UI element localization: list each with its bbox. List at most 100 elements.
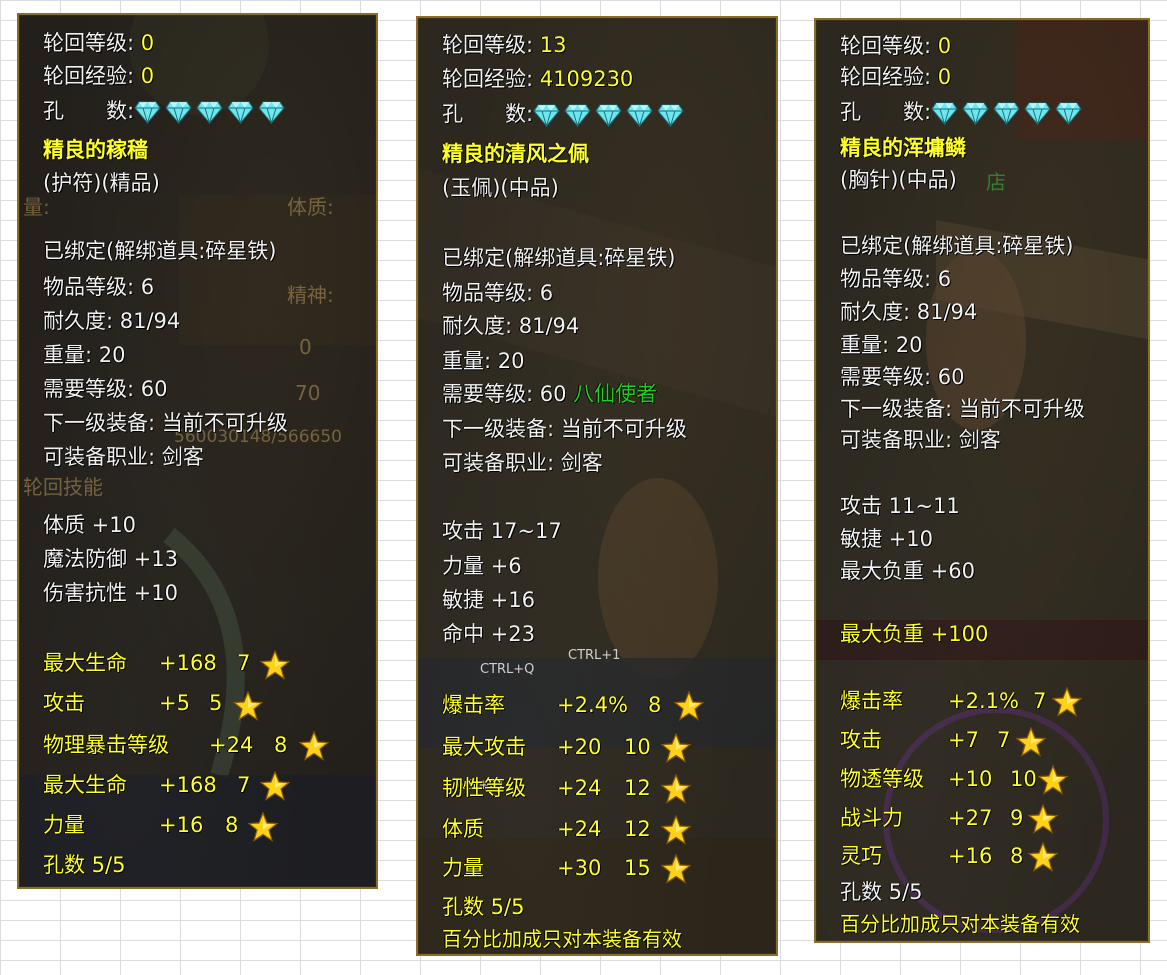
bind-status: 已绑定(解绑道具:碎星铁) xyxy=(442,246,676,270)
star-icon xyxy=(1052,687,1082,717)
base-stat: 敏捷 +10 xyxy=(840,527,933,551)
bonus-value: +24 xyxy=(557,817,602,841)
bonus-stars: 8 xyxy=(1010,844,1024,868)
bonus-name: 最大生命 xyxy=(43,773,127,797)
bonus-value: +27 xyxy=(948,806,993,830)
item-name: 精良的浑墉鳞 xyxy=(840,136,966,160)
bonus-name: 战斗力 xyxy=(840,806,903,830)
bonus-stars: 7 xyxy=(1033,689,1047,713)
reinc-exp-label: 轮回经验: xyxy=(840,65,932,89)
item-level: 物品等级: 6 xyxy=(442,281,554,305)
next-equip: 下一级装备: 当前不可升级 xyxy=(43,411,288,435)
diamond-icon xyxy=(993,102,1020,125)
hole-count: 孔数 5/5 xyxy=(442,895,525,919)
bonus-stars: 15 xyxy=(624,856,651,880)
base-stat: 体质 +10 xyxy=(43,513,136,537)
bonus-stars: 10 xyxy=(1010,767,1037,791)
diamond-icon xyxy=(931,102,958,125)
bonus-name: 爆击率 xyxy=(840,689,903,713)
star-icon xyxy=(299,731,329,761)
equip-job: 可装备职业: 剑客 xyxy=(840,428,1001,452)
bonus-row: 最大生命 +168 7 xyxy=(43,771,250,799)
bonus-value: +16 xyxy=(948,844,993,868)
reinc-exp-row: 轮回经验: 0 xyxy=(43,62,154,90)
bonus-value: +168 xyxy=(159,773,217,797)
diamond-icon xyxy=(196,101,223,124)
reinc-level-label: 轮回等级: xyxy=(840,34,932,58)
bonus-row: 爆击率 +2.4% 8 xyxy=(442,691,661,719)
gem-slots xyxy=(533,102,688,127)
required-level-row: 需要等级: 60 八仙使者 xyxy=(442,380,657,408)
reinc-level-label: 轮回等级: xyxy=(442,33,534,57)
bonus-row: 最大攻击 +20 10 xyxy=(442,733,651,761)
base-stat: 伤害抗性 +10 xyxy=(43,581,178,605)
required-level: 需要等级: 60 xyxy=(840,365,965,389)
holes-row: 孔 数: xyxy=(840,98,1086,126)
durability: 耐久度: 81/94 xyxy=(442,314,580,338)
diamond-icon xyxy=(657,104,684,127)
bonus-value: +7 xyxy=(948,728,979,752)
extra-stat: 最大负重 +100 xyxy=(840,622,989,646)
holes-label: 孔 数: xyxy=(840,100,932,124)
bonus-row: 攻击 +7 7 xyxy=(840,726,1010,754)
item-name: 精良的稼穑 xyxy=(43,138,148,162)
diamond-icon xyxy=(134,101,161,124)
bonus-name: 力量 xyxy=(442,856,484,880)
bg-ghost-text: 体质: xyxy=(287,195,334,219)
equip-job: 可装备职业: 剑客 xyxy=(442,451,603,475)
bonus-row: 力量 +30 15 xyxy=(442,854,651,882)
hole-count: 孔数 5/5 xyxy=(43,853,126,877)
reinc-level-row: 轮回等级: 13 xyxy=(442,31,567,59)
required-level: 需要等级: 60 xyxy=(442,382,567,406)
bonus-value: +5 xyxy=(159,691,190,715)
bonus-name: 体质 xyxy=(442,817,484,841)
bonus-value: +2.1% xyxy=(948,689,1019,713)
bonus-stars: 7 xyxy=(237,651,251,675)
weight: 重量: 20 xyxy=(43,343,126,367)
diamond-icon xyxy=(962,102,989,125)
bonus-name: 灵巧 xyxy=(840,844,882,868)
note: 百分比加成只对本装备有效 xyxy=(840,912,1080,936)
bonus-name: 力量 xyxy=(43,813,85,837)
bonus-value: +168 xyxy=(159,651,217,675)
bonus-row: 体质 +24 12 xyxy=(442,815,651,843)
bg-ghost-text: CTRL+Q xyxy=(480,662,535,677)
reinc-level-row: 轮回等级: 0 xyxy=(840,32,951,60)
equip-job: 可装备职业: 剑客 xyxy=(43,445,204,469)
star-icon xyxy=(1038,765,1068,795)
bonus-name: 最大攻击 xyxy=(442,735,526,759)
star-icon xyxy=(661,733,691,763)
star-icon xyxy=(674,691,704,721)
base-stat: 命中 +23 xyxy=(442,622,535,646)
bonus-row: 攻击 +5 5 xyxy=(43,689,222,717)
bonus-stars: 7 xyxy=(237,773,251,797)
diamond-icon xyxy=(626,104,653,127)
diamond-icon xyxy=(595,104,622,127)
weight: 重量: 20 xyxy=(442,349,525,373)
base-stat: 魔法防御 +13 xyxy=(43,547,178,571)
bonus-stars: 8 xyxy=(274,733,288,757)
next-equip: 下一级装备: 当前不可升级 xyxy=(442,417,687,441)
holes-label: 孔 数: xyxy=(43,99,135,123)
note: 百分比加成只对本装备有效 xyxy=(442,927,682,951)
bg-ghost-text: CTRL+1 xyxy=(568,648,621,663)
bonus-stars: 10 xyxy=(624,735,651,759)
item-name: 精良的清风之佩 xyxy=(442,142,589,166)
reinc-exp-value: 0 xyxy=(140,64,155,88)
durability: 耐久度: 81/94 xyxy=(43,309,181,333)
star-icon xyxy=(661,815,691,845)
bonus-row: 最大生命 +168 7 xyxy=(43,649,250,677)
reinc-level-value: 13 xyxy=(539,33,567,57)
reinc-exp-label: 轮回经验: xyxy=(442,67,534,91)
reinc-level-row: 轮回等级: 0 xyxy=(43,29,154,57)
star-icon xyxy=(260,650,290,680)
bonus-name: 最大生命 xyxy=(43,651,127,675)
gem-slots xyxy=(931,100,1086,125)
reinc-exp-row: 轮回经验: 0 xyxy=(840,63,951,91)
reinc-level-value: 0 xyxy=(937,34,952,58)
npc-name: 八仙使者 xyxy=(573,382,658,406)
bonus-value: +16 xyxy=(159,813,204,837)
diamond-icon xyxy=(165,101,192,124)
weight: 重量: 20 xyxy=(840,333,923,357)
star-icon xyxy=(260,771,290,801)
